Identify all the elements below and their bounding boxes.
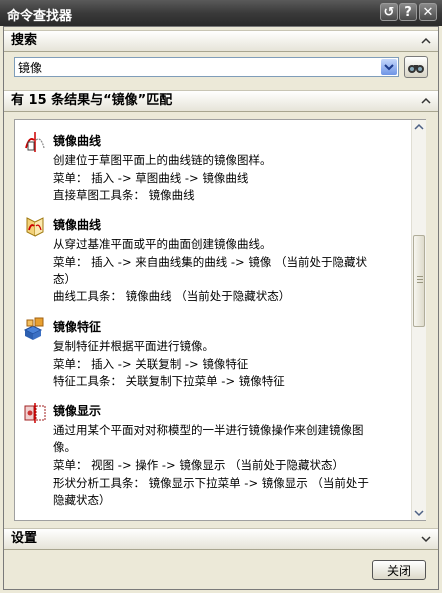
result-toolbar-path: 直接草图工具条： 镜像曲线	[53, 188, 195, 202]
result-name: 镜像曲线	[53, 218, 102, 232]
result-menu-path: 菜单： 插入 -> 草图曲线 -> 镜像曲线	[53, 171, 249, 185]
search-input[interactable]	[14, 57, 399, 77]
results-scrollbar[interactable]	[411, 120, 426, 520]
scroll-thumb[interactable]	[413, 235, 425, 327]
help-icon[interactable]: ?	[399, 3, 417, 21]
result-description: 复制特征并根据平面进行镜像。	[53, 339, 214, 353]
restore-icon[interactable]: ↺	[380, 3, 398, 21]
chevron-up-icon	[421, 97, 431, 104]
result-menu-path: 菜单： 视图 -> 操作 -> 镜像显示 （当前处于隐藏状态）	[53, 458, 345, 472]
window-title: 命令查找器	[7, 9, 73, 24]
settings-section-header[interactable]: 设置	[4, 528, 438, 550]
mirror-feature-icon	[23, 317, 44, 340]
scroll-down-arrow-icon[interactable]	[412, 506, 426, 520]
results-list: 镜像曲线 创建位于草图平面上的曲线链的镜像图样。 菜单： 插入 -> 草图曲线 …	[14, 119, 426, 521]
result-toolbar-path: 特征工具条： 关联复制下拉菜单 -> 镜像特征	[53, 374, 285, 388]
result-menu-path: 菜单： 插入 -> 来自曲线集的曲线 -> 镜像 （当前处于隐藏状	[53, 255, 368, 269]
result-menu-path: 菜单： 插入 -> 关联复制 -> 镜像特征	[53, 357, 249, 371]
chevron-down-icon	[384, 64, 394, 71]
dropdown-button[interactable]	[381, 59, 397, 75]
result-toolbar-path: 曲线工具条： 镜像曲线 （当前处于隐藏状态）	[53, 289, 291, 303]
search-section-header[interactable]: 搜索	[4, 30, 438, 52]
close-icon[interactable]: ✕	[419, 3, 437, 21]
result-menu-path-cont: 态）	[53, 272, 76, 286]
result-description: 通过用某个平面对对称模型的一半进行镜像操作来创建镜像图	[53, 423, 364, 437]
results-section-header[interactable]: 有 15 条结果与“镜像”匹配	[4, 90, 438, 112]
result-description: 创建位于草图平面上的曲线链的镜像图样。	[53, 153, 272, 167]
chevron-up-icon	[421, 37, 431, 44]
result-name: 镜像显示	[53, 404, 102, 418]
results-count-title: 有 15 条结果与“镜像”匹配	[11, 93, 173, 108]
title-bar: 命令查找器 ↺ ? ✕	[0, 0, 442, 26]
result-name: 镜像曲线	[53, 134, 102, 148]
mirror-curve-plane-icon	[26, 217, 44, 237]
mirror-display-icon	[24, 403, 46, 423]
result-toolbar-path: 形状分析工具条： 镜像显示下拉菜单 -> 镜像显示 （当前处于	[53, 476, 369, 490]
result-toolbar-path-cont: 隐藏状态）	[53, 493, 111, 507]
search-text[interactable]	[15, 58, 381, 76]
result-name: 镜像特征	[53, 320, 102, 334]
result-description-cont: 像。	[53, 440, 76, 454]
search-row	[14, 56, 428, 79]
find-button[interactable]	[404, 56, 428, 78]
scroll-up-arrow-icon[interactable]	[412, 120, 426, 134]
chevron-down-icon	[421, 536, 431, 543]
settings-section-title: 设置	[11, 531, 38, 546]
binoculars-icon	[408, 65, 424, 73]
result-description: 从穿过基准平面或平的曲面创建镜像曲线。	[53, 237, 272, 251]
mirror-curve-sketch-icon	[25, 132, 45, 152]
search-section-title: 搜索	[11, 33, 38, 48]
close-button[interactable]: 关闭	[372, 560, 426, 580]
